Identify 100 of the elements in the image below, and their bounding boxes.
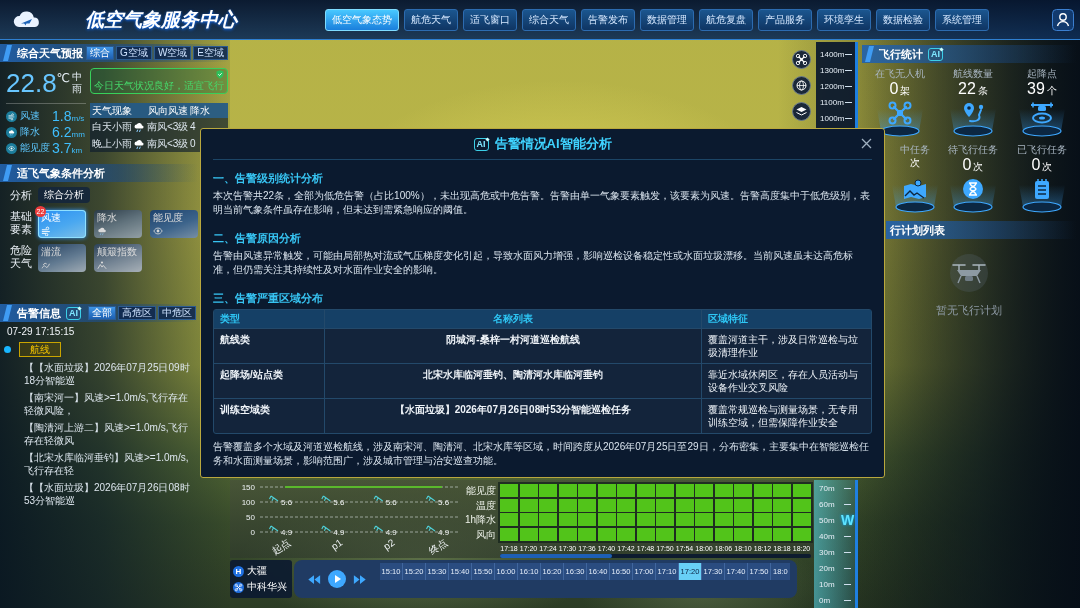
metric-value: 1.8 <box>52 108 72 124</box>
stat-label: 待飞行任务 <box>948 143 998 156</box>
wind-speed-label: 5.6 <box>438 498 450 507</box>
helipad-icon: H <box>233 565 244 577</box>
row-label: 危险天气 <box>10 244 33 270</box>
altitude-label: 60m <box>819 499 836 509</box>
header-stripe-icon <box>3 45 12 61</box>
metric-value: 6.2 <box>52 124 72 140</box>
globe-icon[interactable] <box>792 76 811 95</box>
x-axis-label: p1 <box>329 536 345 552</box>
metric-unit: mm <box>71 129 85 139</box>
filter-tab[interactable]: 高危区 <box>118 306 156 320</box>
wind-barb-icon <box>425 525 436 532</box>
wind-barb-icon <box>373 525 384 532</box>
wind-speed-label: 5.6 <box>385 498 397 507</box>
filter-tab[interactable]: 中危区 <box>158 306 196 320</box>
empty-state-text: 暂无飞行计划 <box>936 303 1002 318</box>
stat-unit: 次 <box>1042 160 1053 174</box>
rewind-icon[interactable] <box>307 573 321 585</box>
header-stripe-icon <box>865 46 874 62</box>
column-header: 区域特征 <box>701 310 871 328</box>
alert-message: 【【水面垃圾】2026年07月25日09时18分智能巡 <box>24 361 191 387</box>
weather-tile[interactable]: 湍流 <box>38 244 86 272</box>
layers-icon[interactable] <box>792 102 811 121</box>
alert-message: 【南宋河一】风速>=1.0m/s,飞行存在轻微风险， <box>24 391 190 417</box>
row-label: 分析 <box>10 188 33 202</box>
legend-label: 中科华兴 <box>247 580 287 594</box>
row-label: 能见度 <box>466 484 496 497</box>
weather-tile[interactable]: 颠簸指数 <box>94 244 142 272</box>
nav-tab[interactable]: 数据管理 <box>640 8 694 31</box>
altitude-label: 0m <box>819 595 832 605</box>
nav-tab[interactable]: 适飞窗口 <box>463 8 517 31</box>
row-label: 1h降水 <box>464 513 496 526</box>
metric-unit: m/s <box>71 113 85 123</box>
layer-marker: W <box>841 512 855 528</box>
fast-forward-icon[interactable] <box>353 573 367 585</box>
stat-label: 航线数量 <box>953 67 993 80</box>
alert-time: 07-29 17:15:15 <box>7 326 76 338</box>
altitude-label: 1100m <box>820 97 845 107</box>
weather-condition: 中雨 <box>72 71 83 95</box>
nav-tab[interactable]: 环境孪生 <box>817 8 871 31</box>
nav-tab[interactable]: 产品服务 <box>758 8 812 31</box>
user-icon[interactable] <box>1052 8 1074 31</box>
wind-speed-label: 5.6 <box>281 498 293 507</box>
row-label: 温度 <box>476 498 496 512</box>
ai-icon: AI <box>66 306 81 320</box>
filter-tab[interactable]: 全部 <box>88 306 116 320</box>
analysis-button[interactable]: 综合分析 <box>38 187 90 203</box>
stat-unit: 条 <box>977 84 988 98</box>
row-label: 风向 <box>476 527 496 541</box>
altitude-label: 1200m <box>820 81 845 91</box>
nav-tab[interactable]: 告警发布 <box>581 8 635 31</box>
paragraph: 告警覆盖多个水域及河道巡检航线，涉及南宋河、陶清河、北宋水库等区域，时间跨度从2026年07月25日至29日，分布密集，主要集中在智能巡检任务和水面测量场景，影响范围广，涉及城市管理与治安巡查功能。 <box>213 440 870 468</box>
y-axis-label: 50 <box>246 513 255 522</box>
altitude-label: 1400m <box>820 49 845 59</box>
nav-tab[interactable]: 系统管理 <box>935 8 989 31</box>
column-header: 类型 <box>214 310 324 328</box>
filter-tab[interactable]: G空域 <box>116 46 152 60</box>
weather-tile[interactable]: 能见度 <box>150 210 198 238</box>
drone-icon[interactable] <box>792 50 811 69</box>
table-cell: 靠近水域休闲区，存在人员活动与设备作业交叉风险 <box>701 363 871 398</box>
table-cell: 南风<3级 <box>147 136 189 151</box>
altitude-label: 1300m <box>820 65 845 75</box>
y-axis-label: 150 <box>241 483 255 492</box>
nav-tab[interactable]: 综合天气 <box>522 8 576 31</box>
rain-cloud-icon <box>6 126 17 138</box>
wind-barb-icon <box>373 495 384 502</box>
metric-label: 风速 <box>20 109 41 123</box>
weather-tile[interactable]: 降水 <box>94 210 142 238</box>
alert-message: 【陶清河上游二】风速>=1.0m/s,飞行存在轻微风 <box>24 421 190 447</box>
ai-icon: AI <box>473 137 489 151</box>
close-icon[interactable] <box>861 138 872 149</box>
drone-icon <box>876 101 924 137</box>
section-title: 告警信息 <box>17 305 61 321</box>
filter-tab[interactable]: 综合 <box>86 46 115 60</box>
stat-unit: 次 <box>973 160 984 174</box>
column-header: 风向风速 <box>146 103 188 118</box>
row-label: 基础要素 <box>10 210 33 236</box>
section-heading: 三、告警严重区域分布 <box>213 291 324 306</box>
header-stripe-icon <box>3 165 12 181</box>
horizontal-scrollbar[interactable] <box>500 553 811 558</box>
rain-cloud-icon <box>97 226 107 236</box>
table-cell: 南风<3级 <box>147 119 189 134</box>
metric-label: 降水 <box>20 125 41 139</box>
nav-tab[interactable]: 航危天气 <box>404 8 458 31</box>
nav-tab[interactable]: 航危复盘 <box>699 8 753 31</box>
x-axis-label: 终点 <box>426 536 450 558</box>
eye-icon <box>6 142 17 154</box>
altitude-label: 30m <box>819 547 836 557</box>
metric-unit: km <box>71 145 83 155</box>
wind-icon <box>41 226 51 236</box>
table-cell: 0 <box>190 138 196 149</box>
wind-speed-label: 5.6 <box>333 498 345 507</box>
filter-tab[interactable]: W空域 <box>153 46 192 60</box>
play-icon[interactable] <box>328 570 346 588</box>
nav-tab[interactable]: 数据检验 <box>876 8 930 31</box>
table-cell: 起降场/站点类 <box>214 363 324 398</box>
filter-tab[interactable]: E空域 <box>193 46 228 60</box>
column-header: 降水 <box>188 103 228 118</box>
table-cell: 晚上小雨 <box>92 136 132 151</box>
